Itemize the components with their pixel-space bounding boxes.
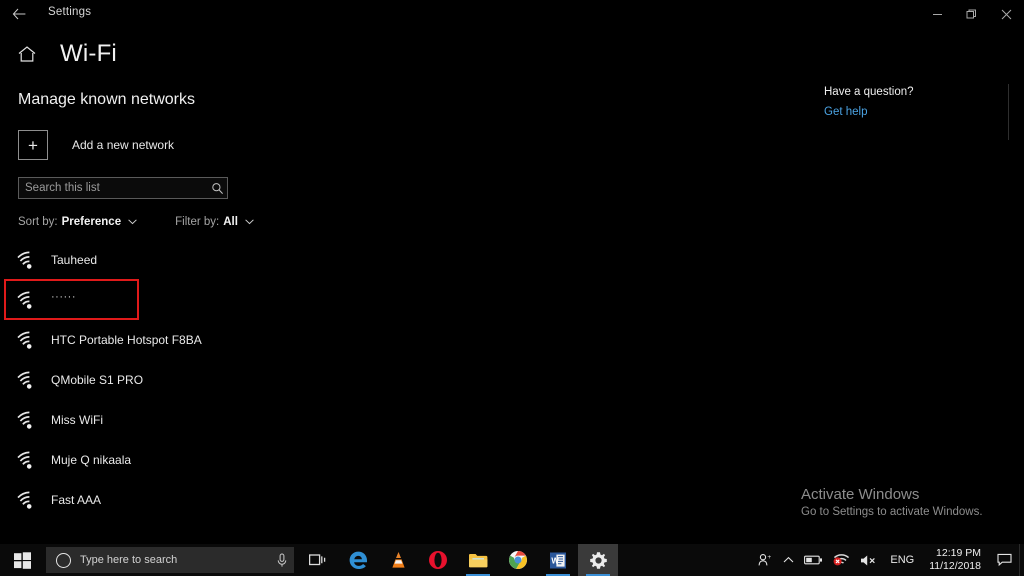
- network-name: Muje Q nikaala: [51, 453, 132, 467]
- system-tray: + ENG 12:19 PM 11/12/2018: [753, 544, 1024, 576]
- clock-date: 11/12/2018: [929, 560, 981, 572]
- cortana-circle-icon: [56, 552, 71, 568]
- watermark-subtitle: Go to Settings to activate Windows.: [801, 506, 983, 518]
- home-icon[interactable]: [16, 43, 38, 65]
- microphone-icon[interactable]: [270, 553, 294, 568]
- battery-icon[interactable]: [799, 544, 828, 576]
- get-help-link[interactable]: Get help: [824, 106, 1014, 118]
- filter-by-dropdown[interactable]: Filter by: All: [175, 216, 254, 228]
- network-list-item[interactable]: HTC Portable Hotspot F8BA: [0, 320, 420, 360]
- search-box[interactable]: [18, 177, 228, 199]
- chevron-down-icon[interactable]: [245, 219, 254, 225]
- window-controls: [920, 0, 1024, 28]
- wifi-signal-icon: [16, 409, 42, 431]
- network-list-item[interactable]: Tauheed: [0, 240, 420, 280]
- back-arrow-icon[interactable]: [6, 2, 32, 26]
- activate-windows-watermark: Activate Windows Go to Settings to activ…: [801, 486, 1016, 518]
- network-list-item[interactable]: Miss WiFi: [0, 400, 420, 440]
- wifi-disconnected-icon[interactable]: [828, 544, 855, 576]
- sort-by-label: Sort by:: [18, 216, 58, 228]
- search-input[interactable]: [19, 178, 207, 198]
- add-new-network-label: Add a new network: [72, 138, 175, 152]
- watermark-title: Activate Windows: [801, 486, 920, 503]
- microsoft-edge-icon[interactable]: [338, 544, 378, 576]
- wifi-signal-icon: [16, 289, 42, 311]
- minimize-button[interactable]: [920, 0, 954, 28]
- section-title: Manage known networks: [18, 91, 195, 108]
- svg-text:W: W: [551, 556, 559, 565]
- task-view-icon[interactable]: [298, 544, 338, 576]
- windows-start-icon[interactable]: [0, 544, 44, 576]
- clock-time: 12:19 PM: [936, 546, 981, 559]
- add-new-network-button[interactable]: + Add a new network: [18, 130, 174, 160]
- taskbar-search-placeholder: Type here to search: [80, 554, 178, 566]
- plus-icon: +: [18, 130, 48, 160]
- help-heading: Have a question?: [824, 86, 914, 98]
- clock[interactable]: 12:19 PM 11/12/2018: [921, 547, 989, 573]
- google-chrome-icon[interactable]: [498, 544, 538, 576]
- sort-by-value: Preference: [61, 216, 122, 228]
- close-button[interactable]: [988, 0, 1024, 28]
- file-explorer-icon[interactable]: [458, 544, 498, 576]
- wifi-signal-icon: [16, 489, 42, 511]
- network-name: QMobile S1 PRO: [51, 373, 144, 387]
- window-title: Settings: [48, 6, 92, 18]
- network-name: Miss WiFi: [51, 413, 103, 427]
- filter-by-label: Filter by:: [175, 216, 220, 228]
- settings-gear-icon[interactable]: [578, 544, 618, 576]
- volume-muted-icon[interactable]: [855, 544, 883, 576]
- action-center-icon[interactable]: [989, 553, 1019, 567]
- list-controls: Sort by: Preference Filter by: All: [18, 216, 254, 228]
- filter-by-value: All: [223, 216, 238, 228]
- show-hidden-icons-chevron[interactable]: [778, 544, 799, 576]
- wifi-signal-icon: [16, 329, 42, 351]
- network-name: Tauheed: [51, 253, 98, 267]
- taskbar-search-box[interactable]: Type here to search: [46, 547, 294, 573]
- chevron-down-icon[interactable]: [128, 219, 137, 225]
- page-title: Wi-Fi: [60, 40, 117, 67]
- search-icon[interactable]: [207, 182, 227, 195]
- show-desktop-button[interactable]: [1019, 544, 1024, 576]
- svg-text:+: +: [768, 554, 772, 561]
- help-panel: Have a question? Get help: [824, 86, 1014, 118]
- network-name: HTC Portable Hotspot F8BA: [51, 333, 202, 347]
- language-indicator[interactable]: ENG: [883, 554, 921, 566]
- sort-by-dropdown[interactable]: Sort by: Preference: [18, 216, 137, 228]
- known-networks-list: Tauheed ······ HTC Portable Hotspot F8BA QM…: [0, 240, 420, 520]
- network-list-item[interactable]: Muje Q nikaala: [0, 440, 420, 480]
- microsoft-word-icon[interactable]: W: [538, 544, 578, 576]
- opera-browser-icon[interactable]: [418, 544, 458, 576]
- vlc-media-player-icon[interactable]: [378, 544, 418, 576]
- wifi-signal-icon: [16, 449, 42, 471]
- network-list-item[interactable]: ······: [0, 279, 420, 320]
- network-list-item[interactable]: QMobile S1 PRO: [0, 360, 420, 400]
- network-name: Fast AAA: [51, 493, 102, 507]
- taskbar-apps: W: [298, 544, 618, 576]
- window-title-bar: Settings: [0, 0, 1024, 28]
- page-header: Wi-Fi: [16, 40, 117, 68]
- wifi-signal-icon: [16, 369, 42, 391]
- taskbar: Type here to search W + ENG 12:19 PM 11/…: [0, 544, 1024, 576]
- network-list-item[interactable]: Fast AAA: [0, 480, 420, 520]
- network-name: ······: [51, 291, 76, 303]
- settings-window: Settings Wi-Fi Manage known networks + A…: [0, 0, 1024, 576]
- people-icon[interactable]: +: [753, 544, 778, 576]
- wifi-signal-icon: [16, 249, 42, 271]
- maximize-restore-button[interactable]: [954, 0, 988, 28]
